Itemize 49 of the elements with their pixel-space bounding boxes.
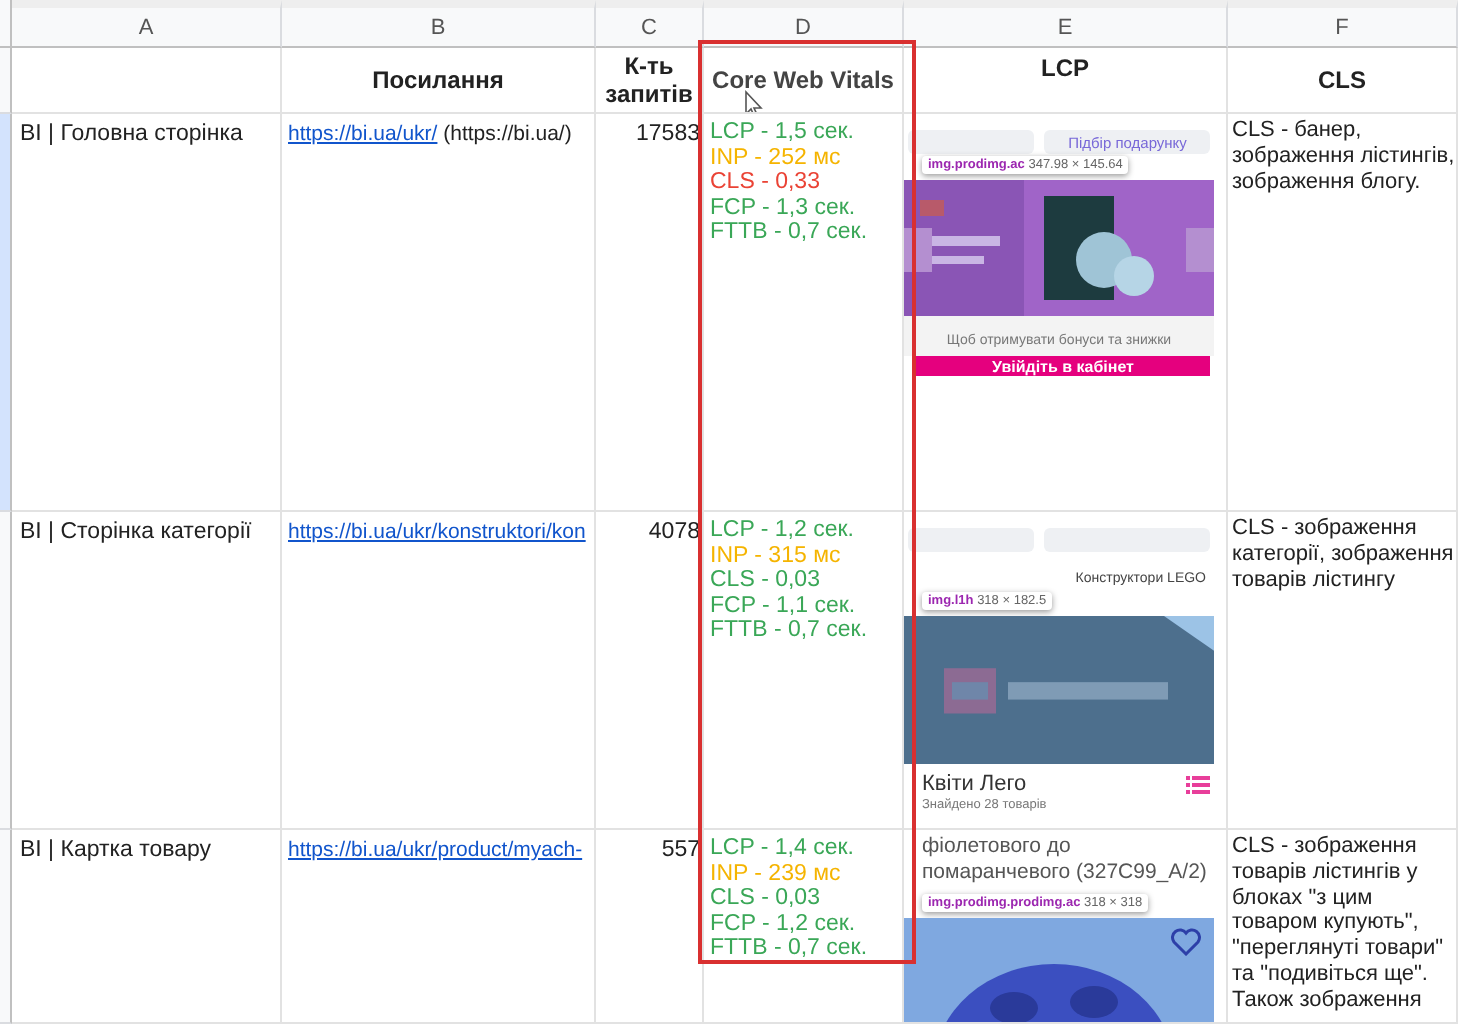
column-title: Core Web Vitals [712,66,894,94]
metric-value: FTTB - 0,7 сек. [710,618,870,643]
row-header[interactable] [0,48,12,114]
request-count: 557 [659,836,700,866]
metric-value: FCP - 1,3 сек. [710,195,858,220]
url-note: (https://bi.ua/) [441,122,572,146]
metric-value: FCP - 1,2 сек. [710,911,858,936]
column-header[interactable]: F [1228,0,1458,48]
cls-note: CLS - зображення категорії, зображення товарів лістингу [1232,516,1456,593]
cls-note: CLS - зображення товарів лістингів у блоках "з цим товаром купують", "переглянуті товари" та "подивіться ще". Також зображення [1232,834,1446,1014]
column-header[interactable]: D [704,0,904,48]
metric-value: INP - 239 мс [710,861,843,886]
cls-note: CLS - банер, зображення лістингів, зображення блогу. [1232,118,1456,195]
metric-value: CLS - 0,33 [710,170,822,195]
metric-value: FTTB - 0,7 сек. [710,220,870,245]
page-name: BI | Картка товару [20,836,214,866]
metric-value: CLS - 0,03 [710,886,822,911]
column-header[interactable]: B [282,0,596,48]
cursor-icon [744,90,764,112]
page-name: BI | Головна сторінка [20,120,245,150]
column-header[interactable]: A [12,0,282,48]
metric-value: LCP - 1,5 сек. [710,120,856,145]
column-header[interactable]: E [904,0,1228,48]
metric-value: LCP - 1,2 сек. [710,518,856,543]
column-title: Посилання [372,66,504,94]
metric-value: FCP - 1,1 сек. [710,593,858,618]
metric-value: LCP - 1,4 сек. [710,836,856,861]
url-link[interactable]: https://bi.ua/ukr/ [288,122,438,146]
url-link[interactable]: https://bi.ua/ukr/konstruktori/kon [288,520,586,544]
row-header[interactable] [0,512,12,830]
metric-value: INP - 315 мс [710,543,843,568]
column-title: LCP [1041,54,1089,82]
url-link[interactable]: https://bi.ua/ukr/product/myach- [288,838,583,862]
column-header[interactable]: C [596,0,704,48]
page-name: BI | Сторінка категорії [20,518,254,548]
page-title: Квіти Лего [922,772,1027,796]
row-header[interactable] [0,114,12,512]
request-count: 4078 [646,518,700,548]
metric-value: CLS - 0,03 [710,568,822,593]
row-header[interactable] [0,830,12,1024]
request-count: 17583 [634,120,700,150]
list-icon [1186,775,1210,793]
column-title: К-ть запитів [604,52,694,108]
metric-value: FTTB - 0,7 сек. [710,936,870,961]
heart-icon[interactable] [1170,928,1202,956]
column-title: CLS [1318,66,1366,94]
select-all-corner[interactable] [0,0,12,48]
page-title: фіолетового до помаранчевого (327C99_A/2) [920,832,1209,888]
metric-value: INP - 252 мс [710,145,843,170]
